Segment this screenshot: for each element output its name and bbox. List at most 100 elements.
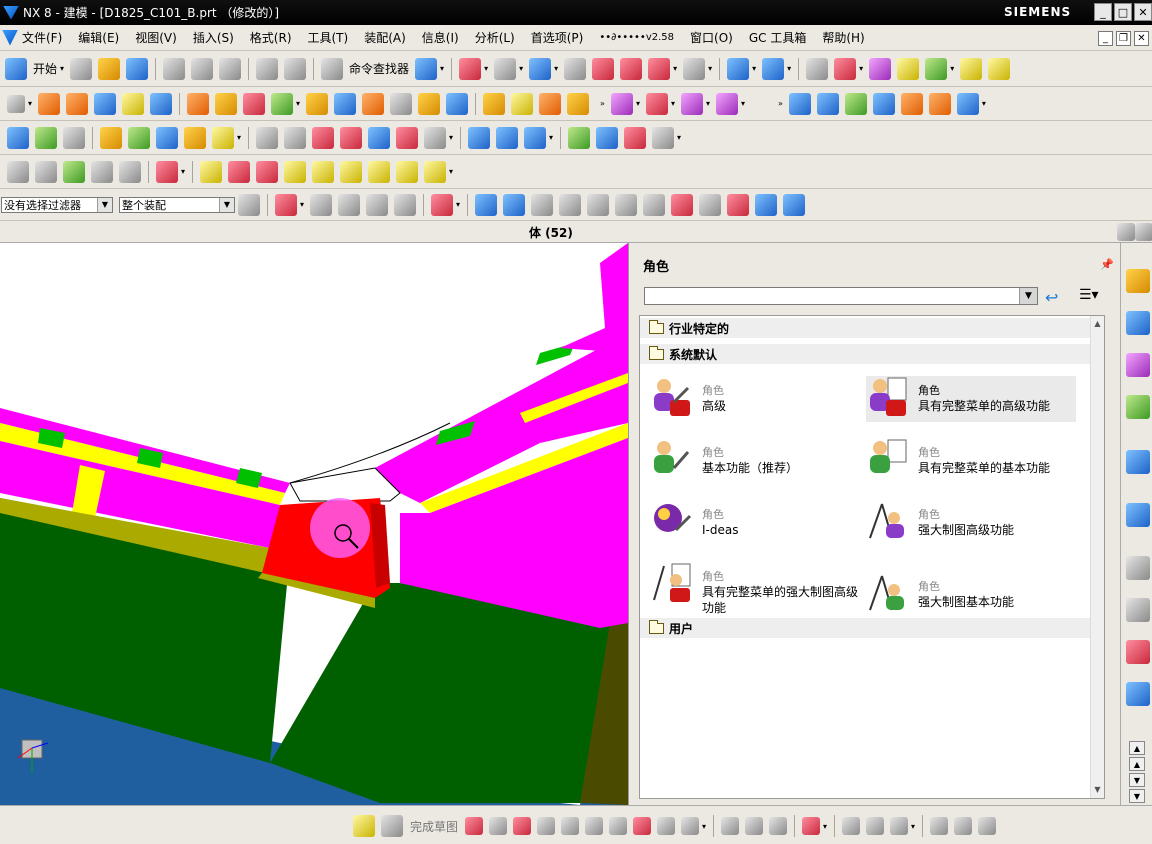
back-icon[interactable]: ↩ [1045, 288, 1065, 307]
layer-stack-icon[interactable] [35, 160, 57, 183]
selection-scope-select[interactable]: 整个装配 ▼ [119, 196, 235, 213]
select-chain-icon[interactable] [394, 193, 417, 216]
sketch-task-icon[interactable] [353, 815, 375, 837]
system-materials-icon[interactable] [1126, 598, 1150, 622]
block-icon[interactable] [94, 92, 117, 115]
new-file-icon[interactable] [70, 57, 93, 80]
cylinder-icon[interactable] [122, 92, 145, 115]
pattern-icon[interactable] [610, 92, 633, 115]
dimension-icon[interactable] [802, 817, 821, 835]
open-folder-icon[interactable] [98, 57, 121, 80]
resource-scroll-down2-icon[interactable]: ▼ [1129, 789, 1145, 803]
snap-intersection-icon[interactable] [615, 193, 638, 216]
groove-icon[interactable] [362, 92, 385, 115]
system-menu-icon[interactable] [2, 29, 18, 46]
role-item-advanced-full-menu[interactable]: 角色 具有完整菜单的高级功能 [866, 376, 1076, 422]
offset-surface-icon[interactable] [900, 92, 923, 115]
pull-face-icon[interactable] [35, 126, 57, 149]
menu-format[interactable]: 格式(R) [242, 29, 300, 46]
model-view-svg[interactable] [0, 243, 628, 805]
snap-midpoint-icon[interactable] [503, 193, 526, 216]
g-h-continuity-icon[interactable] [368, 126, 391, 149]
g-s-continuity-icon[interactable] [312, 126, 335, 149]
finish-sketch-icon[interactable] [381, 815, 403, 837]
constraint-navigator-icon[interactable] [1126, 311, 1150, 335]
snap-line2-icon[interactable] [559, 193, 582, 216]
through-curves-icon[interactable] [816, 92, 839, 115]
start-button-label[interactable]: 开始 [33, 60, 57, 77]
pad-icon[interactable] [306, 92, 329, 115]
status-grid2-icon[interactable] [1135, 223, 1152, 241]
surface-grid-icon[interactable] [788, 92, 811, 115]
hole-icon[interactable] [187, 92, 210, 115]
arc-icon[interactable] [513, 817, 532, 835]
scroll-up-icon[interactable]: ▲ [1091, 316, 1104, 330]
group-industry[interactable]: 行业特定的 [640, 318, 1092, 338]
rectangle-icon[interactable] [609, 817, 628, 835]
clock-icon[interactable] [1126, 556, 1150, 580]
role-item-drafting-basic[interactable]: 角色 强大制图基本功能 [866, 572, 1076, 618]
fillet-icon[interactable] [561, 817, 580, 835]
draft-icon[interactable] [567, 92, 590, 115]
wave-link-icon[interactable] [424, 126, 447, 149]
resource-scroll-up2-icon[interactable]: ▲ [1129, 757, 1145, 771]
stack-icon[interactable] [63, 160, 85, 183]
edge-blend-icon[interactable] [483, 92, 506, 115]
menu-tools[interactable]: 工具(T) [300, 29, 357, 46]
assembly-navigator-icon[interactable] [1126, 269, 1150, 293]
fit-view-icon[interactable] [459, 57, 482, 80]
check-mate-icon[interactable] [568, 126, 591, 149]
sketch-view-icon[interactable] [978, 817, 997, 835]
level-6-icon[interactable] [424, 160, 447, 183]
snap-center-icon[interactable] [643, 193, 666, 216]
constraint-icon[interactable] [842, 817, 861, 835]
part-navigator-icon[interactable] [1126, 353, 1150, 377]
role-search-combo[interactable]: ▼ [644, 287, 1038, 305]
move-face-icon[interactable] [7, 126, 29, 149]
shaded-view-icon[interactable] [529, 57, 552, 80]
surface-icon[interactable] [284, 126, 307, 149]
spring-icon[interactable] [496, 126, 519, 149]
render-style-icon[interactable] [564, 57, 587, 80]
reuse-library-icon[interactable] [468, 126, 491, 149]
make-corner-icon[interactable] [769, 817, 788, 835]
start-icon[interactable] [5, 57, 27, 80]
table-icon[interactable] [596, 126, 619, 149]
command-finder-icon[interactable] [321, 57, 344, 80]
assembly-filter-icon[interactable] [238, 193, 260, 216]
close-button[interactable]: ✕ [1134, 3, 1152, 21]
level-4-icon[interactable] [368, 160, 391, 183]
menu-view[interactable]: 视图(V) [127, 29, 185, 46]
swept-icon[interactable] [844, 92, 867, 115]
role-list-scrollbar[interactable]: ▲ ▼ [1090, 316, 1104, 798]
mdi-restore-button[interactable]: ❐ [1116, 31, 1131, 46]
chevron-down-icon[interactable]: ▼ [1019, 288, 1037, 304]
layer-visible-icon[interactable] [834, 57, 857, 80]
weld-icon[interactable] [524, 126, 547, 149]
move-object-icon[interactable] [925, 57, 948, 80]
roles-tab-icon[interactable] [1126, 682, 1150, 706]
wcs-icon[interactable] [762, 57, 785, 80]
datum-plane-icon[interactable] [271, 92, 294, 115]
o-s-continuity-icon[interactable] [340, 126, 363, 149]
orient-view-icon[interactable] [727, 57, 750, 80]
zoom-icon[interactable] [494, 57, 517, 80]
boss-icon[interactable] [215, 92, 238, 115]
visualization-icon[interactable] [1126, 640, 1150, 664]
undo-icon[interactable] [256, 57, 279, 80]
snap-body-icon[interactable] [783, 193, 806, 216]
extrude-icon[interactable] [38, 92, 61, 115]
menu-assembly[interactable]: 装配(A) [356, 29, 414, 46]
curve-analysis-icon[interactable] [897, 57, 920, 80]
status-grid-icon[interactable] [1117, 223, 1135, 241]
info-icon[interactable] [415, 57, 438, 80]
copy-icon[interactable] [191, 57, 214, 80]
level-2-icon[interactable] [312, 160, 335, 183]
mdi-close-button[interactable]: ✕ [1134, 31, 1149, 46]
layer-settings-icon[interactable] [806, 57, 829, 80]
select-face-icon[interactable] [366, 193, 389, 216]
sketch-settings-icon[interactable] [930, 817, 949, 835]
pocket-icon[interactable] [243, 92, 266, 115]
chamfer-sketch-icon[interactable] [585, 817, 604, 835]
emboss-icon[interactable] [390, 92, 413, 115]
